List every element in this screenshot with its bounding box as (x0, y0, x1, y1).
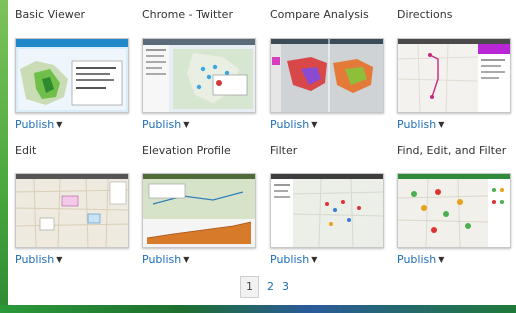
publish-label: Publish (142, 253, 182, 266)
bottom-edge-decoration (0, 305, 516, 313)
item-title: Filter (270, 144, 298, 157)
thumbnail-image (271, 174, 383, 247)
item-title: Compare Analysis (270, 8, 369, 21)
caret-down-icon: ▼ (311, 120, 318, 129)
page-button-3[interactable]: 3 (278, 277, 293, 297)
pagination: 1 2 3 (240, 276, 293, 298)
thumbnail-image (398, 174, 510, 247)
caret-down-icon: ▼ (56, 120, 63, 129)
thumbnail-image (16, 174, 128, 247)
caret-down-icon: ▼ (438, 120, 445, 129)
caret-down-icon: ▼ (438, 255, 445, 264)
thumbnail-filter[interactable] (270, 173, 384, 248)
thumbnail-compare-analysis[interactable] (270, 38, 384, 113)
publish-button[interactable]: Publish ▼ (142, 118, 189, 131)
publish-label: Publish (270, 253, 310, 266)
item-title: Directions (397, 8, 453, 21)
item-title: Basic Viewer (15, 8, 86, 21)
page-button-2[interactable]: 2 (263, 277, 278, 297)
publish-button[interactable]: Publish ▼ (397, 118, 444, 131)
publish-label: Publish (15, 118, 55, 131)
caret-down-icon: ▼ (56, 255, 63, 264)
thumbnail-directions[interactable] (397, 38, 511, 113)
thumbnail-image (143, 39, 255, 112)
thumbnail-image (16, 39, 128, 112)
thumbnail-find-edit-filter[interactable] (397, 173, 511, 248)
thumbnail-chrome-twitter[interactable] (142, 38, 256, 113)
left-edge-decoration (0, 0, 8, 313)
publish-label: Publish (15, 253, 55, 266)
template-gallery: Basic Viewer Publish▼ Chrome - Twitter (8, 0, 516, 305)
thumbnail-elevation-profile[interactable] (142, 173, 256, 248)
item-title: Elevation Profile (142, 144, 231, 157)
publish-button[interactable]: Publish ▼ (15, 253, 62, 266)
publish-label: Publish (270, 118, 310, 131)
publish-button[interactable]: Publish ▼ (270, 118, 317, 131)
caret-down-icon: ▼ (183, 120, 190, 129)
thumbnail-basic-viewer[interactable] (15, 38, 129, 113)
publish-button[interactable]: Publish ▼ (397, 253, 444, 266)
gallery-item-chrome-twitter: Chrome - Twitter (142, 8, 262, 21)
gallery-item-find-edit-filter: Find, Edit, and Filter (397, 144, 509, 157)
thumbnail-image (271, 39, 383, 112)
publish-label: Publish (142, 118, 182, 131)
item-title: Edit (15, 144, 37, 157)
publish-label: Publish (397, 253, 437, 266)
page-button-1[interactable]: 1 (240, 276, 259, 298)
publish-button[interactable]: Publish ▼ (15, 118, 62, 131)
thumbnail-image (398, 39, 510, 112)
publish-button[interactable]: Publish ▼ (270, 253, 317, 266)
item-title: Find, Edit, and Filter (397, 144, 507, 157)
gallery-item-edit: Edit (15, 144, 135, 157)
caret-down-icon: ▼ (183, 255, 190, 264)
publish-label: Publish (397, 118, 437, 131)
publish-button[interactable]: Publish ▼ (142, 253, 189, 266)
gallery-item-elevation-profile: Elevation Profile (142, 144, 262, 157)
gallery-item-basic-viewer: Basic Viewer (15, 8, 135, 21)
gallery-item-directions: Directions (397, 8, 516, 21)
gallery-item-compare-analysis: Compare Analysis (270, 8, 390, 21)
caret-down-icon: ▼ (311, 255, 318, 264)
gallery-item-filter: Filter (270, 144, 390, 157)
thumbnail-edit[interactable] (15, 173, 129, 248)
item-title: Chrome - Twitter (142, 8, 233, 21)
thumbnail-image (143, 174, 255, 247)
